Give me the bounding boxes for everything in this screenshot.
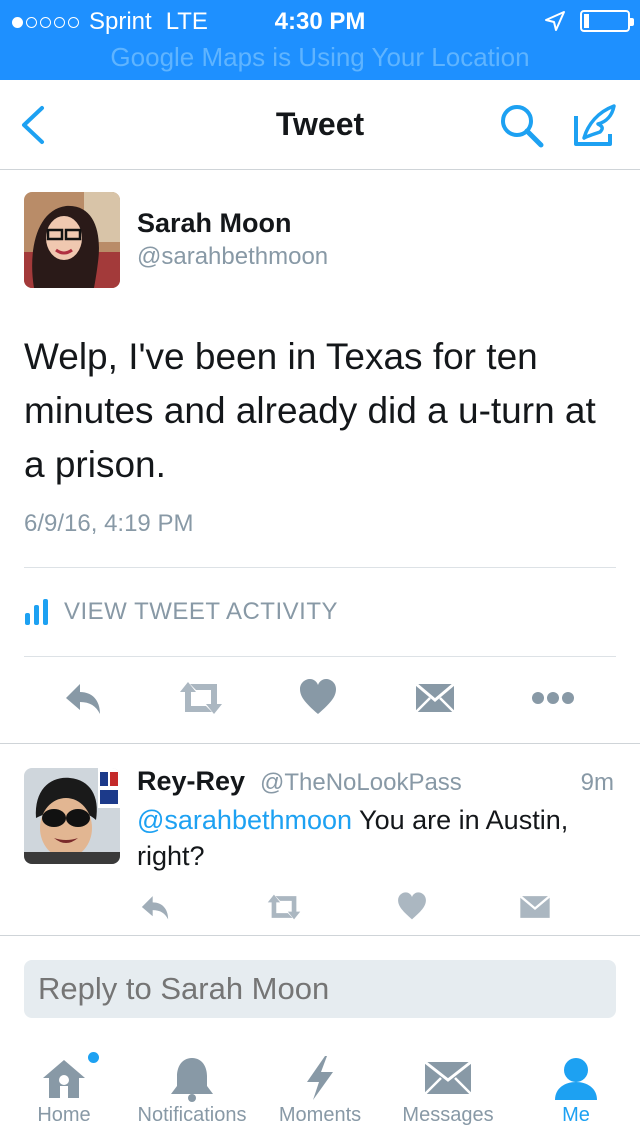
tweet-author-name[interactable]: Sarah Moon (137, 208, 292, 239)
view-tweet-activity-button[interactable]: VIEW TWEET ACTIVITY (24, 598, 338, 626)
envelope-icon (424, 1060, 472, 1095)
reply-text: @sarahbethmoon You are in Austin, right? (137, 802, 617, 874)
reply-icon[interactable] (138, 890, 172, 924)
reply-age: 9m (580, 769, 614, 796)
bell-icon (171, 1058, 213, 1102)
tab-label: Home (37, 1104, 91, 1126)
tweet-actions (0, 676, 640, 720)
more-options-icon[interactable] (530, 676, 576, 720)
status-bar: Sprint LTE 4:30 PM Google Maps is Using … (0, 0, 640, 80)
reply-icon[interactable] (62, 676, 104, 720)
tab-label: Messages (402, 1104, 494, 1126)
battery-icon (580, 10, 634, 32)
tab-label: Me (562, 1104, 590, 1126)
search-icon[interactable] (498, 102, 546, 150)
bar-chart-icon (25, 599, 48, 625)
tab-label: Moments (278, 1104, 362, 1126)
reply-author-avatar-image (24, 768, 120, 864)
tab-me[interactable]: Me (526, 1040, 626, 1136)
notification-dot (88, 1052, 99, 1063)
retweet-icon[interactable] (176, 676, 226, 720)
location-arrow-icon (545, 11, 565, 31)
author-avatar-image (24, 192, 120, 288)
mention-link[interactable]: @sarahbethmoon (137, 805, 352, 835)
divider (24, 656, 616, 657)
location-banner[interactable]: Google Maps is Using Your Location (0, 42, 640, 73)
lightning-icon (307, 1056, 333, 1100)
tab-notifications[interactable]: Notifications (128, 1040, 256, 1136)
tab-bar: Home Notifications Moments Messages Me (0, 1040, 640, 1136)
direct-message-icon[interactable] (518, 890, 552, 924)
direct-message-icon[interactable] (414, 676, 456, 720)
compose-tweet-icon[interactable] (570, 100, 620, 150)
tweet-timestamp: 6/9/16, 4:19 PM (24, 510, 194, 537)
tab-moments[interactable]: Moments (270, 1040, 370, 1136)
reply-actions (0, 890, 640, 924)
retweet-icon[interactable] (264, 890, 304, 924)
reply-input[interactable] (24, 960, 616, 1018)
divider (24, 567, 616, 568)
tab-label: Notifications (137, 1104, 247, 1126)
divider (0, 743, 640, 744)
reply-author-name[interactable]: Rey-Rey (137, 766, 245, 797)
nav-bar: Tweet (0, 80, 640, 170)
avatar[interactable] (24, 768, 120, 864)
reply-author-handle[interactable]: @TheNoLookPass (260, 769, 462, 797)
person-icon (555, 1058, 597, 1100)
tab-home[interactable]: Home (14, 1040, 114, 1136)
avatar[interactable] (24, 192, 120, 288)
tweet-author-handle[interactable]: @sarahbethmoon (137, 243, 328, 271)
home-icon (43, 1060, 85, 1098)
tab-messages[interactable]: Messages (384, 1040, 512, 1136)
like-heart-icon[interactable] (298, 676, 338, 720)
activity-label: VIEW TWEET ACTIVITY (64, 598, 338, 625)
divider (0, 935, 640, 936)
tweet-text: Welp, I've been in Texas for ten minutes… (24, 336, 596, 485)
like-heart-icon[interactable] (396, 890, 428, 924)
